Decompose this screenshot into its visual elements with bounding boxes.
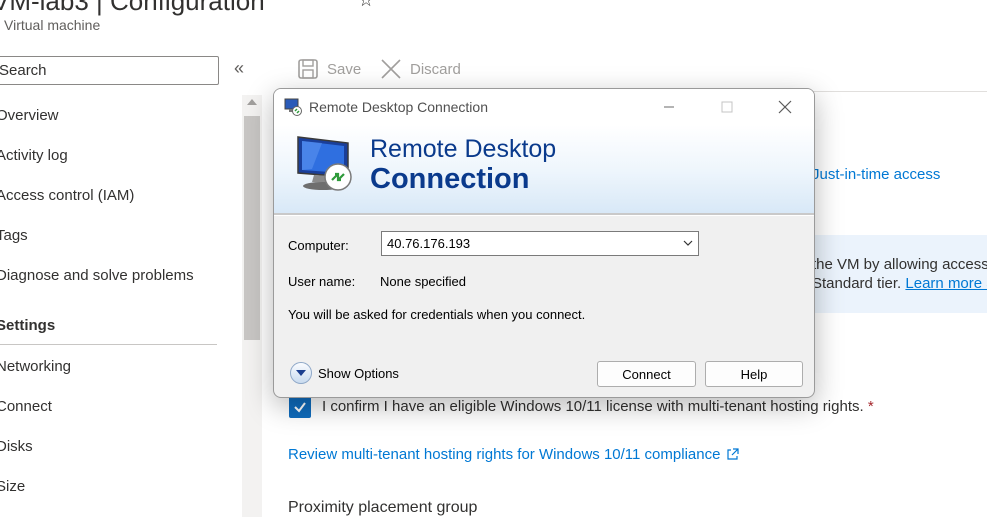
save-button[interactable]: Save — [297, 58, 361, 80]
info-banner-text: Standard tier. — [812, 275, 906, 292]
remote-desktop-monitor-icon — [297, 136, 352, 191]
collapse-sidebar-icon[interactable]: « — [234, 58, 244, 79]
license-checkbox[interactable] — [289, 396, 311, 418]
sidebar-scrollbar[interactable] — [242, 95, 262, 517]
sidebar-section-settings: Settings — [0, 317, 56, 334]
external-link-icon — [727, 448, 740, 460]
sidebar-item-networking[interactable]: Networking — [0, 358, 71, 375]
required-mark: * — [867, 398, 874, 415]
sidebar-item-overview[interactable]: Overview — [0, 107, 59, 124]
expand-options-icon — [290, 362, 312, 384]
username-value: None specified — [380, 274, 466, 289]
favorite-star-icon[interactable]: ☆ — [358, 0, 374, 11]
show-options-label: Show Options — [318, 365, 399, 381]
checkmark-icon — [294, 402, 306, 413]
sidebar-item-connect[interactable]: Connect — [0, 398, 52, 415]
computer-value: 40.76.176.193 — [387, 236, 471, 251]
dialog-banner: Remote Desktop Connection — [274, 125, 814, 213]
hosting-rights-link[interactable]: Review multi-tenant hosting rights for W… — [288, 446, 740, 463]
maximize-button — [698, 89, 756, 125]
info-banner — [800, 235, 987, 313]
computer-combobox[interactable]: 40.76.176.193 — [381, 231, 699, 256]
save-icon — [298, 59, 318, 79]
remote-desktop-dialog: Remote Desktop Connection Remote Desktop… — [273, 88, 815, 398]
scroll-up-icon[interactable] — [247, 99, 257, 105]
credentials-note: You will be asked for credentials when y… — [288, 307, 586, 322]
username-label: User name: — [288, 274, 356, 289]
sidebar-item-activity-log[interactable]: Activity log — [0, 147, 68, 164]
proximity-placement-heading: Proximity placement group — [288, 499, 478, 516]
close-button[interactable] — [756, 89, 814, 125]
search-input[interactable] — [0, 57, 218, 84]
learn-more-link[interactable]: Learn more a — [905, 275, 987, 292]
dialog-title: Remote Desktop Connection — [309, 99, 488, 115]
sidebar-item-access-control[interactable]: Access control (IAM) — [0, 187, 134, 204]
sidebar-item-tags[interactable]: Tags — [0, 227, 28, 244]
rdc-app-icon — [284, 98, 302, 116]
minimize-button[interactable] — [640, 89, 698, 125]
maximize-icon — [721, 101, 733, 113]
minimize-icon — [664, 106, 674, 108]
discard-label: Discard — [410, 60, 461, 78]
scroll-thumb[interactable] — [244, 116, 260, 340]
close-icon — [778, 100, 792, 114]
discard-button[interactable]: Discard — [380, 58, 461, 80]
search-box[interactable] — [0, 56, 219, 85]
dropdown-arrow-icon[interactable] — [683, 240, 693, 247]
help-button[interactable]: Help — [705, 361, 803, 387]
save-label: Save — [327, 60, 362, 78]
banner-title-line2: Connection — [370, 163, 530, 195]
discard-icon — [381, 59, 401, 79]
computer-label: Computer: — [288, 238, 349, 253]
page-title: VM-lab3 | Configuration — [0, 0, 265, 16]
show-options-toggle[interactable]: Show Options — [290, 362, 399, 384]
page-subtitle: Virtual machine — [4, 17, 101, 33]
license-confirm-label: I confirm I have an eligible Windows 10/… — [322, 398, 874, 415]
banner-title-line1: Remote Desktop — [370, 135, 557, 163]
sidebar-item-disks[interactable]: Disks — [0, 438, 33, 455]
sidebar-item-diagnose[interactable]: Diagnose and solve problems — [0, 267, 194, 284]
sidebar-divider — [0, 344, 217, 345]
license-confirm-text: I confirm I have an eligible Windows 10/… — [322, 398, 864, 415]
connect-button[interactable]: Connect — [597, 361, 696, 387]
jit-access-link[interactable]: Just-in-time access — [812, 166, 940, 183]
hosting-rights-link-text: Review multi-tenant hosting rights for W… — [288, 446, 721, 463]
info-banner-line2: Standard tier. Learn more a — [812, 275, 987, 292]
info-banner-line1: the VM by allowing access for c — [812, 256, 987, 273]
banner-divider-highlight — [274, 215, 814, 216]
dialog-titlebar[interactable]: Remote Desktop Connection — [274, 89, 814, 125]
sidebar-item-size[interactable]: Size — [0, 478, 25, 495]
